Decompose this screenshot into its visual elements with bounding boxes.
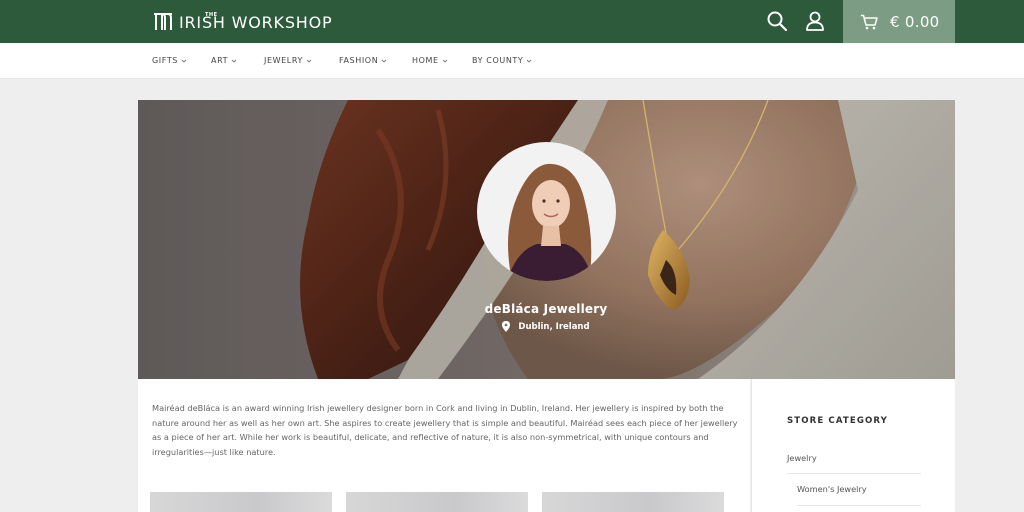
- product-thumbnail[interactable]: [346, 492, 528, 512]
- nav-jewelry[interactable]: JEWELRY: [264, 56, 312, 65]
- cart-total: € 0.00: [890, 12, 940, 31]
- site-logo[interactable]: THE IRISH WORKSHOP: [152, 10, 332, 32]
- logo-text: THE IRISH WORKSHOP: [179, 12, 333, 32]
- store-bio: Mairéad deBláca is an award winning Iris…: [152, 403, 738, 458]
- nav-home[interactable]: HOME: [412, 56, 448, 65]
- logo-name: IRISH WORKSHOP: [179, 13, 333, 32]
- store-name: deBláca Jewellery: [484, 302, 608, 316]
- chevron-down-icon: [527, 59, 532, 63]
- map-pin-icon: [502, 321, 511, 332]
- nav-label: JEWELRY: [264, 56, 303, 65]
- category-divider: [797, 505, 921, 506]
- store-banner: deBláca Jewellery Dublin, Ireland: [138, 100, 955, 379]
- top-header: THE IRISH WORKSHOP € 0.00: [0, 0, 1024, 43]
- store-location-text: Dublin, Ireland: [518, 321, 590, 332]
- product-thumbnail[interactable]: [542, 492, 724, 512]
- search-icon[interactable]: [766, 10, 788, 32]
- store-avatar: [477, 142, 616, 281]
- cart-button[interactable]: € 0.00: [843, 0, 955, 43]
- nav-label: GIFTS: [152, 56, 178, 65]
- chevron-down-icon: [306, 59, 312, 63]
- store-about: Mairéad deBláca is an award winning Iris…: [138, 379, 750, 512]
- logo-the: THE: [205, 12, 218, 18]
- category-jewelry[interactable]: Jewelry: [787, 453, 817, 463]
- store-category-sidebar: STORE CATEGORY Jewelry Women's Jewelry: [751, 379, 955, 512]
- nav-label: BY COUNTY: [472, 56, 524, 65]
- main-nav: GIFTS ART JEWELRY FASHION HOME BY COUNTY: [0, 43, 1024, 79]
- nav-label: HOME: [412, 56, 439, 65]
- cart-icon: [861, 14, 878, 29]
- chevron-down-icon: [231, 59, 237, 63]
- category-divider: [787, 473, 921, 474]
- nav-fashion[interactable]: FASHION: [339, 56, 387, 65]
- user-icon[interactable]: [804, 10, 826, 32]
- chevron-down-icon: [381, 59, 387, 63]
- nav-label: ART: [211, 56, 229, 65]
- nav-label: FASHION: [339, 56, 379, 65]
- category-womens-jewelry[interactable]: Women's Jewelry: [797, 484, 867, 494]
- store-location: Dublin, Ireland: [446, 321, 646, 332]
- nav-by-county[interactable]: BY COUNTY: [472, 56, 532, 65]
- nav-art[interactable]: ART: [211, 56, 237, 65]
- sidebar-title: STORE CATEGORY: [787, 416, 888, 426]
- nav-gifts[interactable]: GIFTS: [152, 56, 187, 65]
- chevron-down-icon: [442, 59, 447, 63]
- product-thumbnail[interactable]: [150, 492, 332, 512]
- logo-icon: [154, 13, 172, 30]
- avatar-image: [477, 142, 616, 281]
- chevron-down-icon: [181, 59, 187, 63]
